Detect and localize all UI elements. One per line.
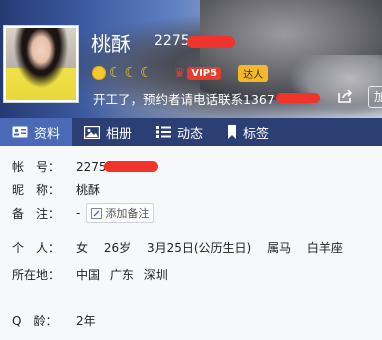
- moon-icon: ☾: [140, 65, 153, 81]
- nickname-label: 昵 称：: [12, 183, 61, 197]
- qage-row: Q 龄： 2年: [12, 312, 96, 329]
- account-row: 帐 号： 2275: [12, 158, 107, 175]
- moon-icon: ☾: [124, 65, 138, 81]
- age: 26岁: [103, 241, 132, 255]
- location-value: 中国 广东 深圳: [76, 266, 180, 283]
- edit-note-icon: [91, 207, 103, 219]
- personal-value: 女 26岁 3月25日(公历生日) 属马 白羊座: [76, 239, 355, 256]
- profile-name: 桃酥: [91, 32, 131, 56]
- city: 深圳: [143, 268, 168, 282]
- personal-label: 个 人：: [12, 241, 61, 255]
- note-value: -: [76, 206, 81, 220]
- location-row: 所在地： 中国 广东 深圳: [12, 266, 180, 283]
- vip-badge[interactable]: ♛ VIP5: [173, 65, 222, 81]
- add-friend-button[interactable]: 加: [368, 86, 382, 108]
- location-label: 所在地：: [12, 268, 61, 282]
- daren-label: 达人: [238, 64, 269, 82]
- tab-info[interactable]: 资料: [0, 118, 73, 146]
- gender: 女: [76, 241, 89, 255]
- profile-uid: 2275: [154, 33, 190, 49]
- qage-label: Q 龄：: [12, 314, 58, 328]
- list-icon: [156, 126, 172, 138]
- personal-row: 个 人： 女 26岁 3月25日(公历生日) 属马 白羊座: [12, 239, 355, 256]
- crown-icon: ♛: [173, 65, 186, 81]
- note-label: 备 注：: [12, 206, 61, 221]
- birthday: 3月25日(公历生日): [146, 241, 252, 255]
- province: 广东: [109, 268, 134, 282]
- profile-tabs: 资料 相册 动态 标签: [0, 118, 382, 146]
- account-label: 帐 号：: [12, 160, 61, 174]
- redaction-mark: [104, 161, 158, 172]
- country: 中国: [76, 268, 101, 282]
- add-note-button[interactable]: 添加备注: [86, 203, 155, 223]
- profile-header: 桃酥 2275 ☾ ☾ ☾ ♛ VIP5 达人 开工了，预约者请电话联系1367…: [0, 0, 382, 118]
- nickname-row: 昵 称： 桃酥: [12, 181, 100, 198]
- qage-value: 2年: [76, 314, 96, 328]
- tab-label: 动态: [177, 126, 204, 142]
- tab-label: 相册: [106, 126, 133, 142]
- add-note-label: 添加备注: [105, 207, 150, 220]
- share-icon[interactable]: [337, 88, 353, 104]
- account-value: 2275: [76, 159, 107, 174]
- photo-icon: [84, 125, 101, 139]
- id-card-icon: [12, 126, 28, 138]
- tab-tags[interactable]: 标签: [215, 118, 281, 146]
- daren-badge[interactable]: 达人: [238, 64, 269, 82]
- redaction-mark: [187, 36, 235, 48]
- zodiac-animal: 属马: [267, 241, 292, 255]
- nickname-value: 桃酥: [76, 183, 101, 197]
- level-badges[interactable]: ☾ ☾ ☾ ♛ VIP5 达人: [92, 64, 269, 82]
- profile-signature: 开工了，预约者请电话联系1367: [93, 92, 275, 107]
- note-row: 备 注： - 添加备注: [12, 203, 155, 223]
- moon-icon: ☾: [109, 65, 122, 81]
- redaction-mark: [276, 93, 320, 103]
- tab-label: 标签: [243, 126, 270, 142]
- vip-label: VIP5: [187, 66, 222, 80]
- info-panel: 帐 号： 2275 昵 称： 桃酥 备 注： - 添加备注 个 人： 女 26岁…: [0, 146, 382, 340]
- avatar[interactable]: [3, 25, 79, 103]
- tab-label: 资料: [34, 126, 61, 142]
- tab-feed[interactable]: 动态: [144, 118, 215, 146]
- star-sign: 白羊座: [306, 241, 343, 255]
- avatar-photo: [6, 28, 76, 100]
- sun-icon: [92, 66, 106, 80]
- tab-album[interactable]: 相册: [72, 118, 144, 146]
- bookmark-icon: [228, 125, 237, 139]
